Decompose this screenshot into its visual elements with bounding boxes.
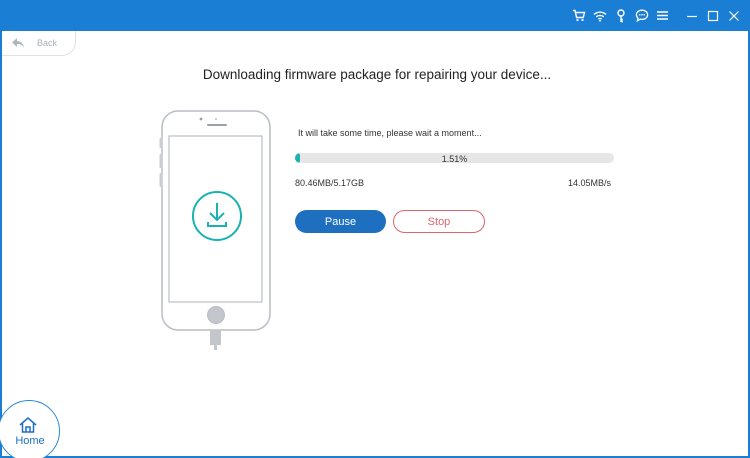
home-button[interactable]: Home	[0, 400, 60, 458]
home-icon	[19, 417, 37, 433]
menu-icon[interactable]	[652, 0, 673, 31]
key-icon[interactable]	[610, 0, 631, 31]
back-label: Back	[37, 38, 58, 48]
pause-button[interactable]: Pause	[295, 210, 386, 233]
progress-percent: 1.51%	[441, 154, 468, 164]
maximize-icon[interactable]	[702, 0, 723, 31]
back-arrow-icon	[12, 38, 24, 48]
title-bar	[2, 0, 750, 31]
app-window: Back Downloading firmware package for re…	[0, 0, 750, 458]
close-icon[interactable]	[723, 0, 744, 31]
phone-illustration	[157, 110, 277, 350]
download-icon	[192, 191, 242, 241]
back-button[interactable]: Back	[2, 31, 76, 56]
page-title: Downloading firmware package for repairi…	[202, 67, 552, 82]
downloaded-size: 80.46MB/5.17GB	[295, 178, 365, 188]
minimize-icon[interactable]	[681, 0, 702, 31]
wifi-icon[interactable]	[589, 0, 610, 31]
cart-icon[interactable]	[568, 0, 589, 31]
home-label: Home	[15, 435, 45, 447]
feedback-icon[interactable]	[631, 0, 652, 31]
stop-button[interactable]: Stop	[393, 210, 485, 233]
download-speed: 14.05MB/s	[567, 178, 611, 188]
title-bar-controls	[568, 0, 744, 31]
wait-message: It will take some time, please wait a mo…	[298, 128, 482, 138]
